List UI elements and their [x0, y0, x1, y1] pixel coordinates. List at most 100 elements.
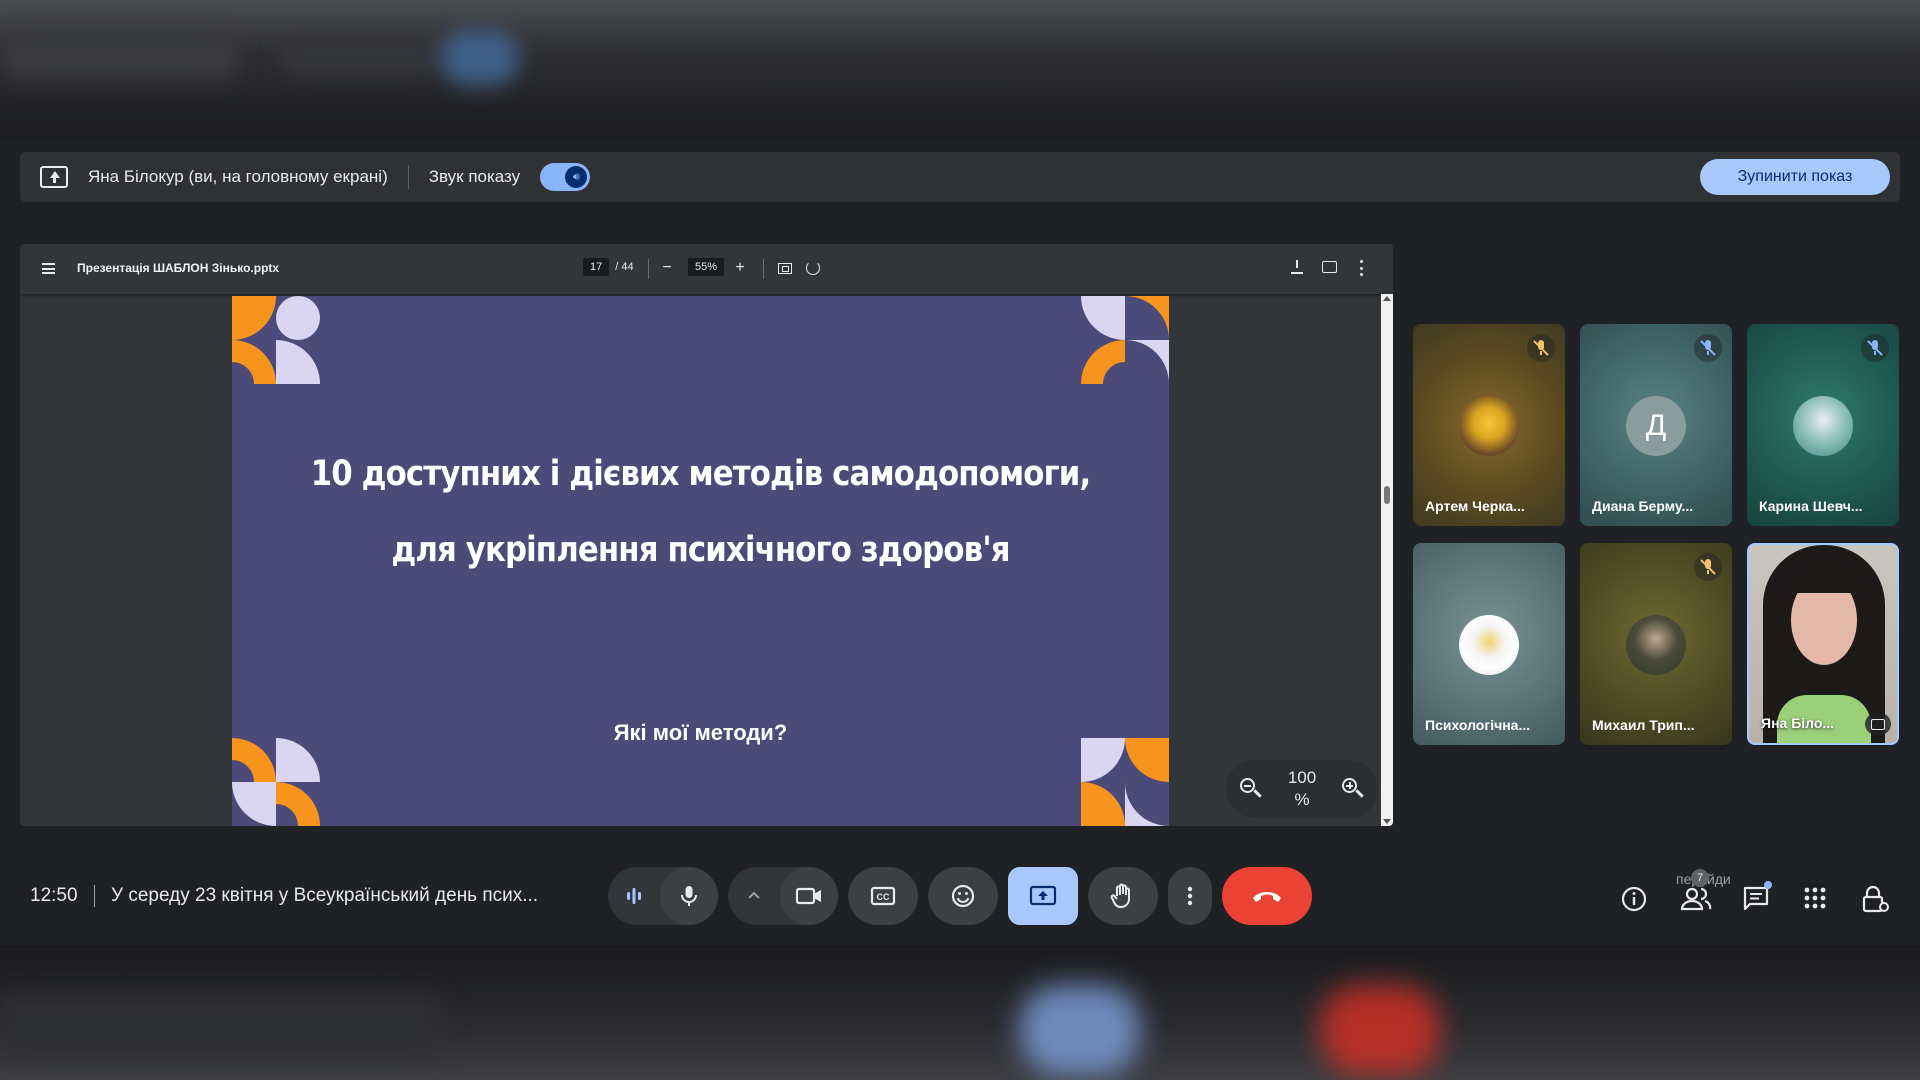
participant-name: Диана Берму... — [1592, 498, 1694, 514]
raise-hand-button[interactable] — [1088, 867, 1158, 925]
reactions-button[interactable] — [928, 867, 998, 925]
svg-text:CC: CC — [877, 892, 890, 902]
microphone-icon — [681, 886, 697, 906]
camera-button[interactable] — [780, 867, 838, 925]
page-total: / 44 — [615, 261, 634, 273]
emoji-icon — [951, 884, 975, 908]
floating-zoom-level: 100 % — [1282, 767, 1322, 811]
blurred-bottom-background — [0, 945, 1920, 1080]
chevron-up-icon — [748, 891, 760, 899]
speaker-icon: 🔊︎ — [565, 166, 588, 188]
more-options-button[interactable] — [1168, 867, 1212, 925]
presenter-label: Яна Білокур (ви, на головному екрані) — [88, 167, 388, 186]
participant-tile[interactable]: Д Диана Берму... — [1580, 324, 1732, 526]
host-controls-button[interactable] — [1862, 885, 1890, 920]
pdf-scrollbar[interactable] — [1381, 294, 1393, 826]
share-audio-toggle[interactable]: 🔊︎ — [540, 163, 591, 191]
participant-tile[interactable]: Карина Шевч... — [1747, 324, 1899, 526]
audio-levels-button[interactable] — [608, 867, 660, 925]
participant-name: Артем Черка... — [1425, 498, 1525, 514]
floating-zoom-control: 100 % — [1226, 760, 1378, 818]
muted-mic-icon — [1527, 334, 1555, 362]
participant-tile[interactable]: Артем Черка... — [1413, 324, 1565, 526]
apps-grid-icon — [1804, 887, 1826, 909]
activities-button[interactable] — [1802, 885, 1828, 916]
participant-name: Михаил Трип... — [1592, 717, 1695, 733]
slide-decoration-bottom-left — [232, 738, 320, 826]
banner-divider — [407, 165, 409, 189]
angel-avatar — [1793, 396, 1853, 456]
scroll-thumb[interactable] — [1384, 486, 1390, 504]
psych-service-logo — [1459, 615, 1519, 675]
pin-icon[interactable] — [1865, 713, 1891, 735]
meeting-clock: 12:50 — [30, 885, 78, 906]
participant-name: Яна Біло... — [1761, 715, 1835, 731]
chat-button[interactable] — [1742, 881, 1772, 918]
chat-notification-dot — [1764, 881, 1772, 889]
menu-icon[interactable] — [42, 263, 55, 274]
time-title-divider — [94, 885, 95, 907]
rotate-icon[interactable] — [806, 261, 820, 275]
slide-decoration-top-left — [232, 296, 320, 384]
pdf-filename: Презентація ШАБЛОН Зінько.pptx — [77, 261, 280, 275]
microphone-button[interactable] — [660, 867, 718, 925]
slide-title: 10 доступних і дієвих методів самодопомо… — [288, 436, 1113, 588]
participant-tile-self[interactable]: Яна Біло... — [1747, 543, 1899, 745]
download-icon[interactable] — [1291, 260, 1303, 274]
slide-decoration-bottom-right — [1081, 738, 1169, 826]
hand-icon — [1110, 883, 1130, 908]
slide-subtitle: Які мої методи? — [613, 720, 788, 745]
zoom-level-input[interactable]: 55% — [688, 258, 725, 276]
hang-up-icon — [1253, 892, 1281, 902]
muted-mic-icon — [1861, 334, 1889, 362]
page-indicator: 17 / 44 — [583, 258, 634, 276]
more-options-icon[interactable] — [1360, 260, 1364, 276]
zoom-out-icon[interactable] — [1238, 776, 1264, 802]
video-options-button[interactable] — [728, 867, 780, 925]
meeting-control-bar: 12:50 У середу 23 квітня у Всеукраїнськи… — [0, 855, 1920, 935]
present-screen-icon — [40, 166, 68, 188]
camera-icon — [795, 887, 821, 905]
muted-mic-icon — [1694, 553, 1722, 581]
pdf-toolbar: Презентація ШАБЛОН Зінько.pptx 17 / 44 −… — [20, 244, 1393, 294]
pikachu-avatar — [1459, 396, 1519, 456]
people-button[interactable]: 7 — [1680, 869, 1712, 918]
zoom-out-button[interactable]: − — [656, 257, 678, 279]
lock-person-icon — [1862, 885, 1889, 913]
fit-page-icon[interactable] — [778, 263, 792, 274]
participant-tile[interactable]: Психологічна... — [1413, 543, 1565, 745]
blurred-top-background — [0, 0, 1920, 140]
chat-icon — [1743, 886, 1769, 911]
initial-avatar: Д — [1626, 396, 1686, 456]
participants-count-badge: 7 — [1691, 869, 1709, 887]
page-number-input[interactable]: 17 — [583, 258, 610, 276]
muted-mic-icon — [1694, 334, 1722, 362]
print-icon[interactable] — [1322, 261, 1337, 273]
person-avatar — [1626, 615, 1686, 675]
participant-name: Психологічна... — [1425, 717, 1531, 733]
captions-icon: CC — [870, 886, 896, 906]
slide-title-line-2: для укріплення психічного здоров'я — [391, 530, 1010, 570]
scroll-down-arrow[interactable] — [1383, 819, 1391, 824]
leave-call-button[interactable] — [1222, 867, 1312, 925]
info-icon — [1621, 886, 1647, 912]
slide-title-line-1: 10 доступних і дієвих методів самодопомо… — [310, 454, 1091, 494]
participant-tile[interactable]: Михаил Трип... — [1580, 543, 1732, 745]
toolbar-divider — [648, 259, 649, 279]
present-now-button[interactable] — [1008, 867, 1078, 925]
toolbar-divider — [763, 259, 764, 279]
scroll-up-arrow[interactable] — [1383, 296, 1391, 301]
participant-name: Карина Шевч... — [1759, 498, 1863, 514]
zoom-value: 100 — [1287, 768, 1317, 787]
stop-presenting-button[interactable]: Зупинити показ — [1700, 159, 1890, 195]
captions-button[interactable]: CC — [848, 867, 918, 925]
presentation-slide: 10 доступних і дієвих методів самодопомо… — [232, 296, 1169, 826]
slide-decoration-top-right — [1081, 296, 1169, 384]
zoom-unit: % — [1294, 790, 1310, 809]
meeting-details-button[interactable] — [1620, 885, 1648, 918]
zoom-in-icon[interactable] — [1340, 776, 1366, 802]
audio-levels-icon — [627, 888, 641, 904]
zoom-in-button[interactable]: + — [729, 257, 751, 279]
presenting-banner: Яна Білокур (ви, на головному екрані) Зв… — [20, 152, 1900, 202]
meeting-title: У середу 23 квітня у Всеукраїнський день… — [111, 885, 539, 906]
